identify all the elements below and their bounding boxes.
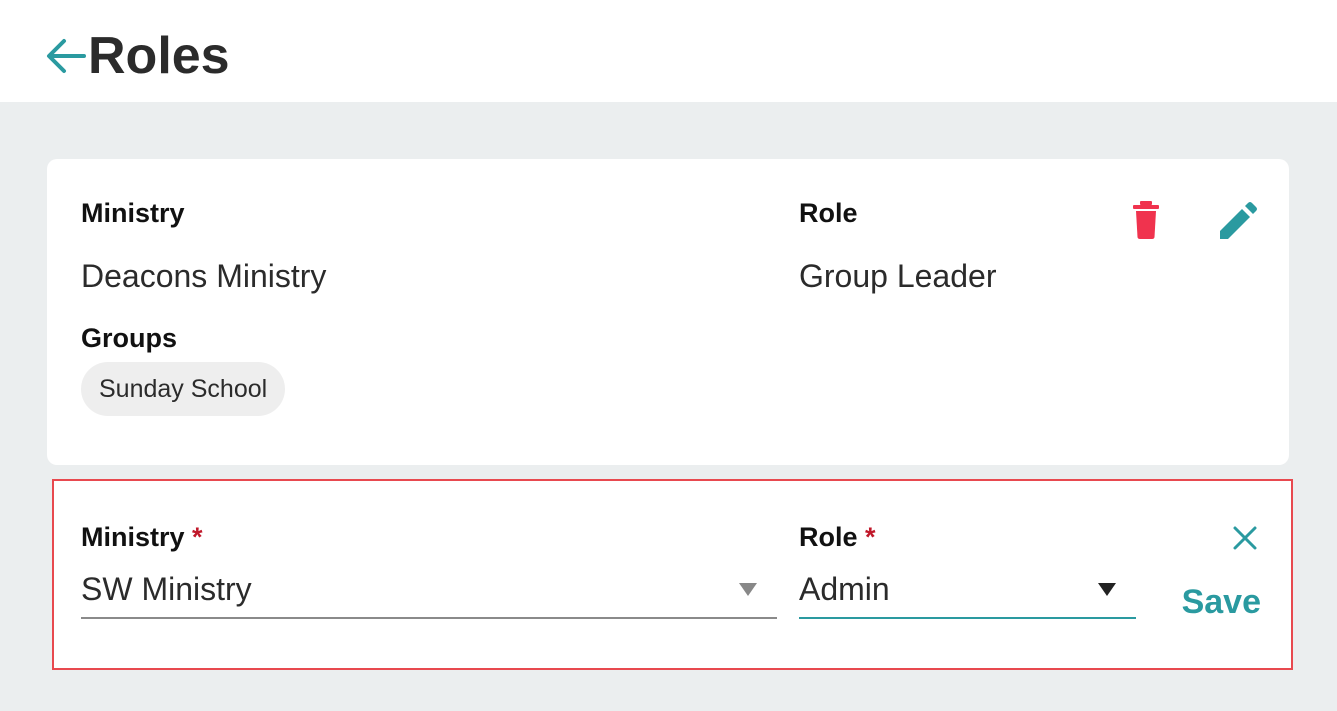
ministry-select-value: SW Ministry [81,571,252,607]
trash-icon[interactable] [1130,199,1170,241]
save-button[interactable]: Save [1171,582,1261,622]
role-select-value: Admin [799,571,890,607]
close-icon[interactable] [1232,525,1258,551]
groups-label: Groups [81,323,178,353]
ministry-select[interactable]: SW Ministry [81,569,777,619]
dropdown-arrow-icon [739,583,757,596]
page-title: Roles [88,27,230,85]
ministry-label: Ministry [81,198,185,228]
pencil-icon[interactable] [1215,199,1259,243]
arrow-left-icon[interactable] [44,34,88,78]
required-marker: * [865,522,876,552]
ministry-field-label: Ministry * [81,521,203,553]
page-header: Roles [0,0,1337,102]
role-field-label-text: Role [799,522,858,552]
group-chip: Sunday School [81,362,286,416]
dropdown-arrow-icon [1098,583,1116,596]
role-select[interactable]: Admin [799,569,1136,619]
ministry-field-label-text: Ministry [81,522,185,552]
ministry-select-underline [81,617,777,619]
roles-page: Roles Ministry Deacons Ministry Role Gro… [0,0,1337,711]
role-card: Ministry Deacons Ministry Role Group Lea… [47,159,1289,465]
role-value: Group Leader [799,258,997,294]
required-marker: * [192,522,203,552]
ministry-value: Deacons Ministry [81,258,327,294]
role-field-label: Role * [799,521,876,553]
role-label: Role [799,198,858,228]
role-select-underline [799,617,1136,619]
edit-role-form: Ministry * SW Ministry Role * Admin Save [52,479,1293,670]
